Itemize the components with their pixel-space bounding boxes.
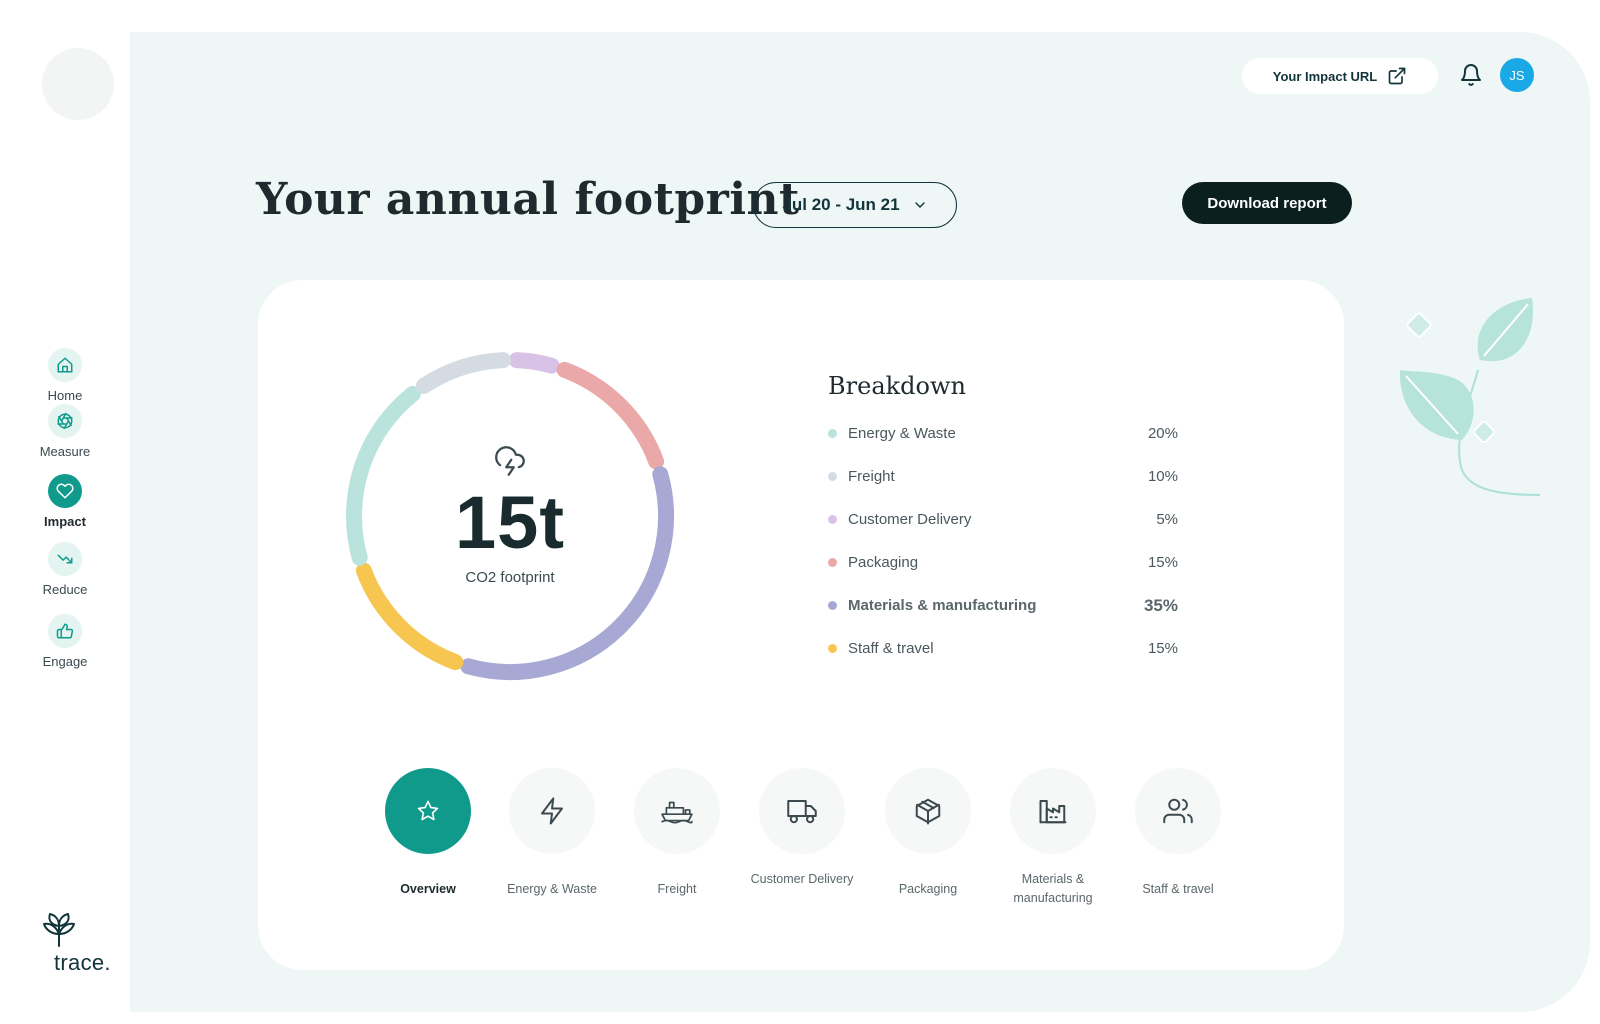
- date-range-value: Jul 20 - Jun 21: [782, 195, 900, 214]
- breakdown-name: Materials & manufacturing: [848, 597, 1037, 614]
- bell-icon: [1461, 64, 1481, 86]
- chevron-down-icon: [914, 202, 925, 208]
- breakdown-legend: Breakdown Energy & Waste 20% Freight 10%…: [828, 372, 1178, 670]
- logo-text: trace.: [54, 950, 111, 975]
- sidebar-item-engage[interactable]: Engage: [0, 614, 130, 669]
- tab-label: Packaging: [898, 882, 958, 896]
- breakdown-name: Energy & Waste: [848, 425, 956, 442]
- home-icon: [48, 348, 82, 382]
- breakdown-percent: 15%: [1147, 640, 1178, 657]
- sidebar: Home Measure Impact Reduce Engage trace.: [0, 0, 130, 1024]
- breakdown-percent: 20%: [1147, 425, 1178, 442]
- sidebar-item-reduce[interactable]: Reduce: [0, 542, 130, 597]
- trending-down-icon: [48, 542, 82, 576]
- thumbs-up-icon: [48, 614, 82, 648]
- legend-dot: [828, 472, 837, 481]
- external-link-icon: [1388, 67, 1406, 85]
- legend-dot: [828, 601, 837, 610]
- user-avatar[interactable]: JS: [1500, 58, 1534, 92]
- footprint-caption: CO2 footprint: [465, 569, 555, 586]
- tab-customer-delivery[interactable]: Customer Delivery: [742, 768, 862, 889]
- box-icon: [885, 768, 971, 854]
- factory-icon: [1010, 768, 1096, 854]
- tab-energy-waste[interactable]: Energy & Waste: [492, 768, 612, 899]
- breakdown-percent: 5%: [1156, 511, 1178, 528]
- breakdown-row-energy-waste[interactable]: Energy & Waste 20%: [828, 412, 1178, 455]
- impact-url-label: Your Impact URL: [1272, 68, 1378, 84]
- legend-dot: [828, 644, 837, 653]
- users-icon: [1135, 768, 1221, 854]
- tab-label: Energy & Waste: [507, 882, 597, 896]
- breakdown-name: Staff & travel: [848, 640, 934, 657]
- legend-dot: [828, 515, 837, 524]
- tab-materials-manufacturing[interactable]: Materials & manufacturing: [993, 768, 1113, 908]
- breakdown-percent: 15%: [1147, 554, 1178, 571]
- breakdown-row-freight[interactable]: Freight 10%: [828, 455, 1178, 498]
- tab-label: Materials & manufacturing: [1013, 872, 1093, 905]
- tab-staff-travel[interactable]: Staff & travel: [1118, 768, 1238, 899]
- breakdown-title: Breakdown: [828, 372, 966, 400]
- tab-label: Overview: [400, 882, 456, 896]
- category-tabs: Overview Energy & Waste Freight Customer…: [368, 768, 1248, 928]
- footprint-value: 15t: [455, 481, 565, 564]
- lightning-icon: [509, 768, 595, 854]
- notifications-button[interactable]: [1456, 60, 1486, 90]
- sidebar-item-label: Impact: [44, 514, 86, 529]
- sidebar-item-measure[interactable]: Measure: [0, 404, 130, 459]
- breakdown-name: Packaging: [848, 554, 919, 571]
- tab-label: Freight: [657, 882, 697, 896]
- heart-icon: [48, 474, 82, 508]
- breakdown-row-staff-travel[interactable]: Staff & travel 15%: [828, 627, 1178, 670]
- tab-label: Staff & travel: [1142, 882, 1214, 896]
- aperture-icon: [48, 404, 82, 438]
- sidebar-avatar-placeholder: [42, 48, 114, 120]
- impact-url-button[interactable]: Your Impact URL: [1242, 58, 1438, 94]
- legend-dot: [828, 558, 837, 567]
- leaf-logo-icon: [40, 912, 130, 953]
- sidebar-item-label: Home: [47, 388, 83, 403]
- tab-freight[interactable]: Freight: [617, 768, 737, 899]
- sidebar-item-label: Engage: [42, 654, 88, 669]
- breakdown-row-customer-delivery[interactable]: Customer Delivery 5%: [828, 498, 1178, 541]
- date-range-select[interactable]: Jul 20 - Jun 21: [753, 182, 957, 228]
- legend-dot: [828, 429, 837, 438]
- trace-logo[interactable]: trace.: [40, 912, 130, 982]
- page-title: Your annual footprint: [256, 174, 800, 225]
- breakdown-name: Freight: [848, 468, 895, 485]
- footprint-card: 15t CO2 footprint Breakdown Energy & Was…: [258, 280, 1344, 970]
- truck-icon: [759, 768, 845, 854]
- breakdown-percent: 35%: [1143, 595, 1178, 615]
- sidebar-item-home[interactable]: Home: [0, 348, 130, 403]
- breakdown-row-materials-manufacturing[interactable]: Materials & manufacturing 35%: [828, 584, 1178, 627]
- donut-center: 15t CO2 footprint: [338, 344, 682, 688]
- sidebar-item-label: Measure: [39, 444, 91, 459]
- plant-decoration-icon: [1399, 298, 1541, 496]
- tab-label: Customer Delivery: [750, 872, 854, 886]
- tab-overview[interactable]: Overview: [368, 768, 488, 899]
- breakdown-percent: 10%: [1147, 468, 1178, 485]
- breakdown-name: Customer Delivery: [848, 511, 972, 528]
- cloud-lightning-icon: [495, 446, 525, 481]
- sidebar-item-label: Reduce: [42, 582, 88, 597]
- star-icon: [385, 768, 471, 854]
- breakdown-row-packaging[interactable]: Packaging 15%: [828, 541, 1178, 584]
- sidebar-item-impact[interactable]: Impact: [0, 474, 130, 529]
- ship-icon: [634, 768, 720, 854]
- tab-packaging[interactable]: Packaging: [868, 768, 988, 899]
- download-report-button[interactable]: Download report: [1182, 182, 1352, 224]
